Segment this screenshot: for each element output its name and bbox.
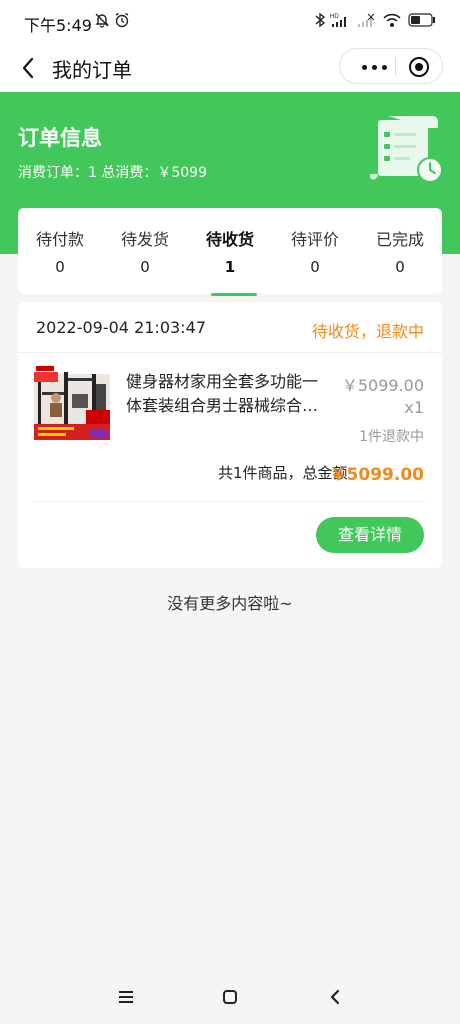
total-amount: ￥5099.00 — [329, 465, 424, 485]
no-more-content: 没有更多内容啦~ — [167, 594, 293, 613]
order-card[interactable]: 2022-09-04 21:03:47 待收货，退款中 健身器材家用全套多功能一… — [18, 302, 442, 568]
tab-label: 待评价 — [290, 230, 339, 249]
tab-label: 待发货 — [120, 230, 169, 249]
refund-note: 1件退款中 — [359, 429, 424, 445]
nav-bar: 我的订单 — [0, 44, 460, 92]
back-triangle-icon — [330, 989, 340, 1005]
svg-text:HD: HD — [330, 14, 339, 20]
total-label: 共1件商品，总金额 — [218, 464, 348, 482]
home-square-icon — [223, 990, 237, 1004]
mute-bell-icon — [94, 12, 110, 32]
menu-icon — [119, 991, 133, 1003]
wifi-icon — [382, 12, 402, 32]
tab-label: 已完成 — [375, 230, 424, 249]
alarm-icon — [114, 12, 130, 32]
tab-pending-payment[interactable]: 待付款 0 — [18, 208, 102, 294]
bluetooth-icon — [314, 12, 326, 32]
home-button[interactable] — [215, 986, 245, 1008]
tab-count: 0 — [55, 258, 65, 276]
back-button[interactable] — [14, 52, 42, 84]
view-details-button[interactable]: 查看详情 — [316, 517, 424, 553]
system-nav-bar — [0, 970, 460, 1024]
tab-indicator — [211, 293, 257, 296]
page-title: 我的订单 — [52, 58, 132, 82]
status-time: 下午5:49 — [24, 16, 92, 35]
tab-count: 0 — [140, 258, 150, 276]
divider — [34, 501, 426, 502]
receipt-clock-icon — [370, 116, 443, 183]
tab-label: 待收货 — [205, 230, 254, 249]
tab-label: 待付款 — [35, 230, 84, 249]
order-status: 待收货，退款中 — [311, 322, 424, 341]
divider — [18, 352, 442, 353]
chevron-left-icon — [22, 57, 34, 79]
status-bar: 下午5:49 HD — [0, 0, 460, 44]
hd-signal-icon: HD — [330, 12, 350, 32]
close-miniprogram-button[interactable] — [409, 57, 429, 77]
capsule-divider — [395, 58, 396, 76]
tab-count: 0 — [395, 258, 405, 276]
product-quantity: x1 — [404, 398, 424, 417]
order-date: 2022-09-04 21:03:47 — [36, 318, 206, 337]
tab-count: 0 — [310, 258, 320, 276]
tab-pending-shipment[interactable]: 待发货 0 — [103, 208, 187, 294]
tab-pending-review[interactable]: 待评价 0 — [273, 208, 357, 294]
product-price: ￥5099.00 — [341, 376, 424, 395]
header-title: 订单信息 — [18, 126, 102, 150]
tab-count: 1 — [224, 258, 236, 276]
gym-equipment-image — [34, 364, 110, 440]
order-status-tabs: 待付款 0 待发货 0 待收货 1 待评价 0 已完成 0 — [18, 208, 442, 296]
battery-icon — [408, 13, 436, 31]
header-summary: 消费订单：1 总消费：￥5099 — [18, 165, 207, 181]
signal-icon — [356, 12, 376, 32]
menu-button[interactable] — [111, 986, 141, 1008]
back-nav-button[interactable] — [320, 986, 350, 1008]
product-name: 健身器材家用全套多功能一体套装组合男士器械综合训练器 — [126, 372, 319, 415]
tab-pending-receipt[interactable]: 待收货 1 — [188, 208, 272, 296]
product-thumbnail[interactable] — [34, 364, 110, 440]
miniprogram-capsule — [339, 48, 443, 84]
tab-completed[interactable]: 已完成 0 — [358, 208, 442, 294]
more-menu-button[interactable] — [354, 64, 394, 70]
